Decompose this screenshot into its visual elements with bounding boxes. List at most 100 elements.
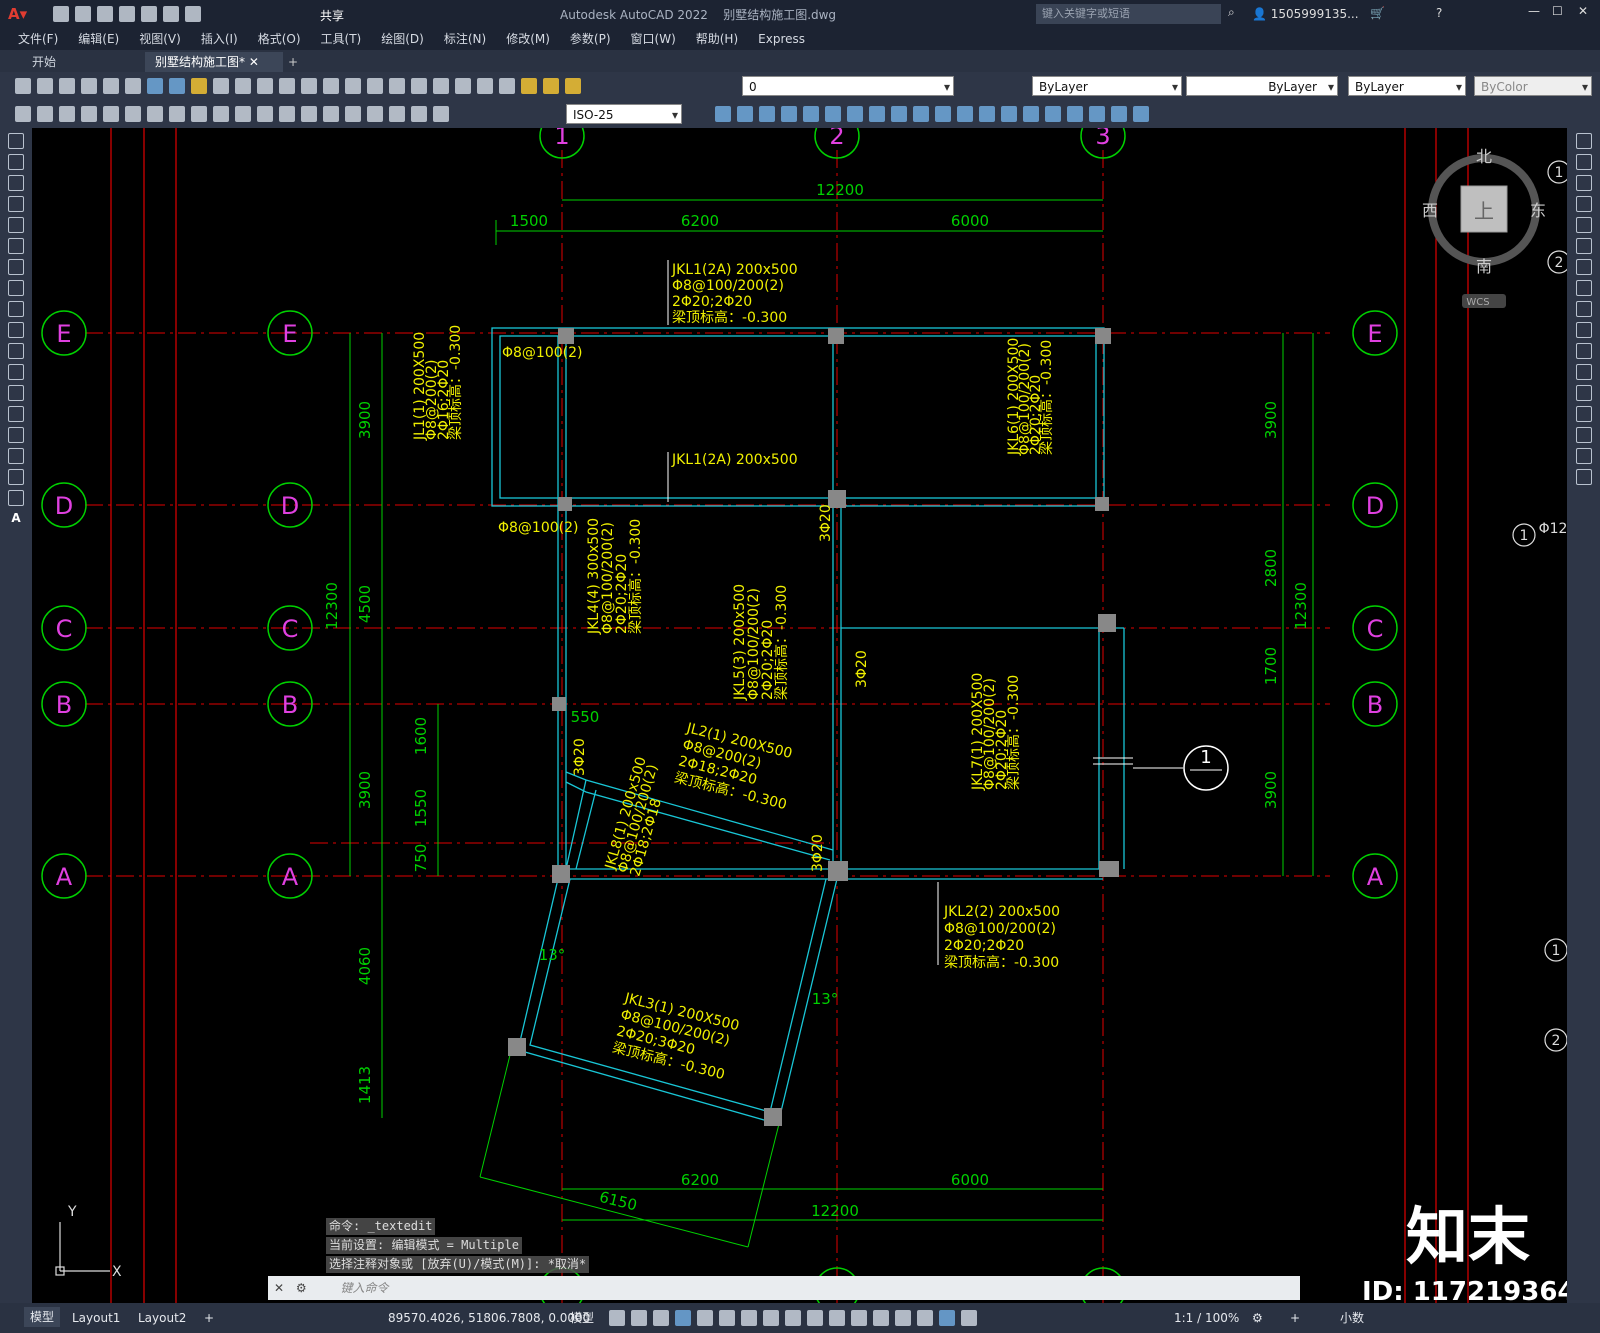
mtext-icon[interactable]: A xyxy=(0,511,32,525)
markup-icon[interactable] xyxy=(455,78,471,94)
modify-icon[interactable] xyxy=(715,106,731,122)
layer-properties-icon[interactable] xyxy=(521,78,537,94)
menu-item-5[interactable]: 工具(T) xyxy=(321,28,362,50)
dim-continue-icon[interactable] xyxy=(235,106,251,122)
share-button[interactable]: 共享 xyxy=(320,7,344,24)
plotstyle-combo[interactable]: ByColor xyxy=(1474,76,1592,97)
drawing-svg[interactable]: 112233EEEDDDCCCBBBAAA 12200 1500 6200 60… xyxy=(32,128,1567,1303)
pan-icon[interactable] xyxy=(279,78,295,94)
line-icon[interactable] xyxy=(8,133,24,149)
modify-icon[interactable] xyxy=(1023,106,1039,122)
ellipse-arc-icon[interactable] xyxy=(8,343,24,359)
menu-item-12[interactable]: Express xyxy=(758,28,805,50)
customize-icon[interactable]: ⚙ xyxy=(296,1281,307,1295)
maximize-button[interactable]: ☐ xyxy=(1552,4,1563,18)
modify-icon[interactable] xyxy=(737,106,753,122)
selection-cycling-icon[interactable] xyxy=(829,1310,845,1326)
dim-arc-icon[interactable] xyxy=(59,106,75,122)
rectangle-icon[interactable] xyxy=(8,217,24,233)
sun-icon[interactable] xyxy=(565,78,581,94)
chamfer-icon[interactable] xyxy=(1575,406,1592,422)
region-icon[interactable] xyxy=(8,469,24,485)
paste-icon[interactable] xyxy=(191,78,207,94)
wcs-menu[interactable]: WCS xyxy=(1466,297,1489,308)
circle-icon[interactable] xyxy=(8,259,24,275)
viewcube-top[interactable]: 上 xyxy=(1474,199,1494,223)
modify-icon[interactable] xyxy=(825,106,841,122)
tab-start[interactable]: 开始 xyxy=(22,52,162,72)
redo-icon[interactable] xyxy=(257,78,273,94)
grid-icon[interactable] xyxy=(609,1310,625,1326)
modify-icon[interactable] xyxy=(913,106,929,122)
dim-angular-icon[interactable] xyxy=(169,106,185,122)
search-input[interactable]: 键入关键字或短语 xyxy=(1036,4,1221,24)
stretch-icon[interactable] xyxy=(1575,301,1592,317)
modify-icon[interactable] xyxy=(1089,106,1105,122)
plot-icon[interactable] xyxy=(141,6,157,22)
zoom-previous-icon[interactable] xyxy=(345,78,361,94)
layout-tab-1[interactable]: Layout1 xyxy=(72,1303,120,1333)
lineweight-combo[interactable]: ByLayer xyxy=(1348,76,1466,97)
units-button[interactable]: 小数 xyxy=(1340,1303,1364,1333)
menu-item-1[interactable]: 编辑(E) xyxy=(78,28,119,50)
auto-scale-icon[interactable] xyxy=(961,1310,977,1326)
move-icon[interactable] xyxy=(1575,238,1592,254)
menu-item-6[interactable]: 绘图(D) xyxy=(381,28,424,50)
command-input[interactable]: ✕ ⚙ 键入命令 xyxy=(268,1276,1300,1300)
new-tab-button[interactable]: + xyxy=(278,52,308,72)
layout-tab-model[interactable]: 模型 xyxy=(24,1307,61,1327)
properties-icon[interactable] xyxy=(367,78,383,94)
modify-icon[interactable] xyxy=(891,106,907,122)
drawing-canvas[interactable]: 112233EEEDDDCCCBBBAAA 12200 1500 6200 60… xyxy=(32,128,1567,1303)
isodraft-icon[interactable] xyxy=(719,1310,735,1326)
lineweight-icon[interactable] xyxy=(785,1310,801,1326)
annotation-scale[interactable]: 1:1 / 100% xyxy=(1174,1303,1239,1333)
open-icon[interactable] xyxy=(37,78,53,94)
viewcube-south[interactable]: 南 xyxy=(1476,257,1492,276)
undo-icon[interactable] xyxy=(235,78,251,94)
tab-drawing[interactable]: 别墅结构施工图* ✕ xyxy=(145,52,283,72)
zoom-window-icon[interactable] xyxy=(323,78,339,94)
color-combo[interactable]: ByLayer xyxy=(1032,76,1182,97)
redo-icon[interactable] xyxy=(185,6,201,22)
cart-icon[interactable]: 🛒 xyxy=(1370,6,1385,20)
dim-break-icon[interactable] xyxy=(279,106,295,122)
snap-icon[interactable] xyxy=(631,1310,647,1326)
layer-combo[interactable]: 0 xyxy=(742,76,954,97)
viewcube-east[interactable]: 东 xyxy=(1530,201,1546,220)
dim-ordinate-icon[interactable] xyxy=(81,106,97,122)
modify-icon[interactable] xyxy=(979,106,995,122)
minimize-button[interactable]: — xyxy=(1528,4,1540,18)
dim-aligned-icon[interactable] xyxy=(37,106,53,122)
hatch-icon[interactable] xyxy=(8,427,24,443)
polyline-icon[interactable] xyxy=(8,175,24,191)
polygon-icon[interactable] xyxy=(8,196,24,212)
preview-icon[interactable] xyxy=(103,78,119,94)
dim-edit-icon[interactable] xyxy=(389,106,405,122)
offset-icon[interactable] xyxy=(1575,196,1592,212)
help-icon[interactable] xyxy=(499,78,515,94)
add-layout-button[interactable]: + xyxy=(204,1303,214,1333)
menu-item-8[interactable]: 修改(M) xyxy=(506,28,550,50)
saveas-icon[interactable] xyxy=(119,6,135,22)
linetype-combo[interactable]: ByLayer xyxy=(1186,76,1338,97)
dim-baseline-icon[interactable] xyxy=(213,106,229,122)
cut-icon[interactable] xyxy=(147,78,163,94)
erase-icon[interactable] xyxy=(1575,133,1592,149)
menu-item-3[interactable]: 插入(I) xyxy=(201,28,238,50)
dim-jogged-icon[interactable] xyxy=(125,106,141,122)
table-icon[interactable] xyxy=(8,490,24,506)
join-icon[interactable] xyxy=(1575,385,1592,401)
dim-linear-icon[interactable] xyxy=(15,106,31,122)
dim-diameter-icon[interactable] xyxy=(147,106,163,122)
tool-palette-icon[interactable] xyxy=(411,78,427,94)
modify-icon[interactable] xyxy=(957,106,973,122)
gizmo-icon[interactable] xyxy=(917,1310,933,1326)
modify-icon[interactable] xyxy=(781,106,797,122)
modify-icon[interactable] xyxy=(847,106,863,122)
selection-filter-icon[interactable] xyxy=(895,1310,911,1326)
revcloud-icon[interactable] xyxy=(8,280,24,296)
construction-line-icon[interactable] xyxy=(8,154,24,170)
new-icon[interactable] xyxy=(53,6,69,22)
dim-update-icon[interactable] xyxy=(433,106,449,122)
